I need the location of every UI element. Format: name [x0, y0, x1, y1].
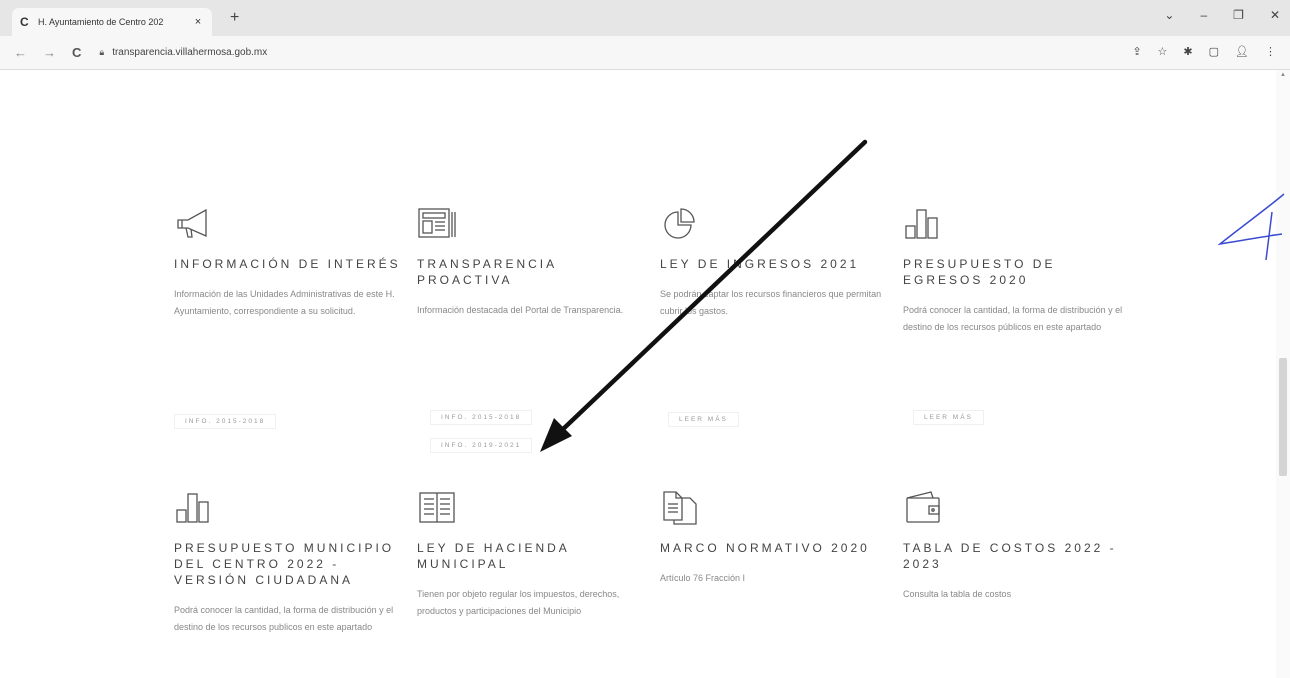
browser-menu-icon[interactable]: ⋮ — [1265, 45, 1276, 58]
tab-strip: C H. Ayuntamiento de Centro 202 × + ⌄ – … — [0, 0, 1290, 36]
newspaper-icon — [418, 208, 456, 238]
restore-button[interactable]: ❐ — [1233, 8, 1244, 22]
card-transparencia-proactiva: TRANSPARENCIA PROACTIVA Información dest… — [417, 206, 647, 319]
info-2019-2021-button[interactable]: INFO. 2019-2021 — [430, 438, 533, 453]
card-title: INFORMACIÓN DE INTERÉS — [174, 257, 401, 271]
card-ley-hacienda-municipal: LEY DE HACIENDA MUNICIPAL Tienen por obj… — [417, 490, 647, 620]
scroll-up-arrow-icon[interactable]: ▲ — [1280, 72, 1286, 78]
card-tabla-costos: TABLA DE COSTOS 2022 - 2023 Consulta la … — [903, 490, 1133, 603]
card-title: MARCO NORMATIVO 2020 — [660, 541, 870, 555]
scrollbar-thumb[interactable] — [1279, 358, 1287, 476]
info-2015-2018-button[interactable]: INFO. 2015-2018 — [430, 410, 533, 425]
tab-close-icon[interactable]: × — [192, 16, 204, 28]
card-description: Se podrán captar los recursos financiero… — [660, 289, 882, 316]
card-presupuesto-municipio-2022: PRESUPUESTO MUNICIPIO DEL CENTRO 2022 - … — [174, 490, 404, 636]
card-description: Tienen por objeto regular los impuestos,… — [417, 589, 620, 616]
leer-mas-button[interactable]: LEER MÁS — [913, 410, 984, 425]
minimize-button[interactable]: – — [1200, 8, 1207, 22]
address-bar: ← → C 🔒︎ transparencia.villahermosa.gob.… — [0, 36, 1290, 70]
bar-chart-icon — [905, 209, 938, 239]
book-icon — [419, 492, 455, 523]
card-title: PRESUPUESTO MUNICIPIO DEL CENTRO 2022 - … — [174, 541, 395, 587]
leer-mas-button[interactable]: LEER MÁS — [668, 412, 739, 427]
wallet-icon — [906, 491, 940, 523]
window-controls: ⌄ – ❐ ✕ — [1164, 8, 1280, 22]
share-icon[interactable]: ⇪ — [1132, 45, 1141, 58]
card-description: Información de las Unidades Administrati… — [174, 289, 395, 316]
forward-arrow-icon[interactable]: → — [43, 45, 56, 60]
info-2015-2018-button[interactable]: INFO. 2015-2018 — [174, 414, 277, 429]
card-description: Podrá conocer la cantidad, la forma de d… — [903, 305, 1123, 332]
card-presupuesto-egresos-2020: PRESUPUESTO DE EGRESOS 2020 Podrá conoce… — [903, 206, 1133, 336]
card-description: Artículo 76 Fracción I — [660, 573, 746, 583]
bar-chart-icon — [176, 493, 209, 523]
pie-chart-icon — [664, 208, 695, 239]
back-arrow-icon[interactable]: ← — [14, 45, 27, 60]
card-title: PRESUPUESTO DE EGRESOS 2020 — [903, 257, 1056, 287]
card-informacion-interes: INFORMACIÓN DE INTERÉS Información de la… — [174, 206, 404, 320]
reload-icon[interactable]: C — [72, 45, 81, 60]
profile-avatar-icon[interactable]: 👤︎ — [1235, 45, 1249, 58]
card-title: LEY DE HACIENDA MUNICIPAL — [417, 541, 570, 571]
card-description: Consulta la tabla de costos — [903, 589, 1012, 599]
site-favicon-icon: C — [20, 15, 29, 29]
card-title: TABLA DE COSTOS 2022 - 2023 — [903, 541, 1117, 571]
close-window-button[interactable]: ✕ — [1270, 8, 1280, 22]
megaphone-icon — [177, 208, 207, 238]
side-panel-icon[interactable]: ▢ — [1209, 45, 1219, 58]
bookmark-star-icon[interactable]: ☆ — [1158, 45, 1168, 58]
card-marco-normativo-2020: MARCO NORMATIVO 2020 Artículo 76 Fracció… — [660, 490, 890, 587]
new-tab-button[interactable]: + — [230, 9, 239, 27]
url-text: transparencia.villahermosa.gob.mx — [112, 47, 268, 58]
signature-mark — [1217, 193, 1285, 261]
card-description: Podrá conocer la cantidad, la forma de d… — [174, 605, 394, 632]
lock-icon[interactable]: 🔒︎ — [99, 47, 104, 58]
card-ley-ingresos-2021: LEY DE INGRESOS 2021 Se podrán captar lo… — [660, 206, 890, 320]
tab-search-icon[interactable]: ⌄ — [1164, 8, 1174, 22]
annotation-arrow-head — [540, 418, 572, 452]
tab-title: H. Ayuntamiento de Centro 202 — [38, 17, 164, 27]
card-title: TRANSPARENCIA PROACTIVA — [417, 257, 557, 287]
card-description: Información destacada del Portal de Tran… — [417, 305, 624, 315]
extensions-puzzle-icon[interactable]: ✱ — [1183, 45, 1192, 58]
url-field[interactable]: 🔒︎ transparencia.villahermosa.gob.mx — [99, 47, 267, 58]
browser-tab[interactable]: C H. Ayuntamiento de Centro 202 × — [12, 8, 212, 36]
card-title: LEY DE INGRESOS 2021 — [660, 257, 860, 271]
browser-toolbar: ⇪ ☆ ✱ ▢ 👤︎ ⋮ — [1132, 45, 1276, 58]
navigation-buttons: ← → C — [14, 45, 81, 60]
documents-icon — [663, 491, 697, 525]
